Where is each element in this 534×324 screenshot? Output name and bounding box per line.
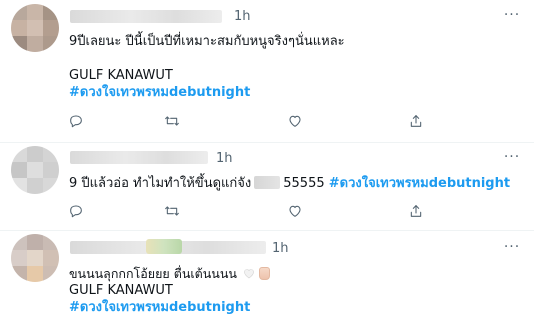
tweet-timestamp[interactable]: 1h xyxy=(272,241,289,256)
more-dots-icon[interactable]: ··· xyxy=(502,240,522,256)
share-icon[interactable] xyxy=(406,111,426,131)
redacted-word xyxy=(254,176,281,189)
tweet-text-line-1: 9ปีเลยนะ ปีนี้เป็นปีที่เหมาะสมกับหนูจริง… xyxy=(69,34,345,49)
retweet-icon[interactable] xyxy=(162,111,182,131)
hashtag-link[interactable]: #ดวงใจเทวพรหมdebutnight xyxy=(329,176,510,191)
share-icon[interactable] xyxy=(406,201,426,221)
tweet-actions xyxy=(66,111,426,131)
avatar[interactable] xyxy=(11,4,59,52)
author-name-redacted[interactable] xyxy=(70,10,222,23)
hashtag-link[interactable]: #ดวงใจเทวพรหมdebutnight xyxy=(69,84,250,102)
tweet-text-line-2: GULF KANAWUT xyxy=(69,68,173,83)
avatar[interactable] xyxy=(11,146,59,194)
tweet-timestamp[interactable]: 1h xyxy=(234,9,251,24)
name-emoji-redacted xyxy=(146,239,182,254)
tweet-text-line-2: GULF KANAWUT xyxy=(69,283,173,298)
tweet-3[interactable]: 1h ··· ขนนนลุกกกโอ้ยยย ตื่นเต้นนนน GULF … xyxy=(0,231,534,324)
tweet-timestamp[interactable]: 1h xyxy=(216,151,233,166)
reply-icon[interactable] xyxy=(66,111,86,131)
tweet-text: 9 ปีแล้วอ่อ ทำไมทำให้ขึ้นดูแก่จัง 55555 #… xyxy=(69,174,510,193)
victory-hand-emoji-icon xyxy=(258,267,270,280)
tweet-2[interactable]: 1h ··· 9 ปีแล้วอ่อ ทำไมทำให้ขึ้นดูแก่จัง… xyxy=(0,143,534,231)
tweet-text-before-redaction: 9 ปีแล้วอ่อ ทำไมทำให้ขึ้นดูแก่จัง xyxy=(69,176,252,191)
like-icon[interactable] xyxy=(285,201,305,221)
author-name-redacted[interactable] xyxy=(70,151,208,164)
hashtag-link[interactable]: #ดวงใจเทวพรหมdebutnight xyxy=(69,299,250,317)
like-icon[interactable] xyxy=(285,111,305,131)
tweet-text-after-redaction: 55555 xyxy=(283,176,325,191)
more-dots-icon[interactable]: ··· xyxy=(502,8,522,24)
white-heart-emoji-icon xyxy=(243,266,255,279)
more-dots-icon[interactable]: ··· xyxy=(502,150,522,166)
avatar[interactable] xyxy=(11,234,59,282)
tweet-text-line-1: ขนนนลุกกกโอ้ยยย ตื่นเต้นนนน xyxy=(69,265,270,283)
tweet-actions xyxy=(66,201,426,221)
reply-icon[interactable] xyxy=(66,201,86,221)
tweet-text-line-1-text: ขนนนลุกกกโอ้ยยย ตื่นเต้นนนน xyxy=(69,266,237,281)
retweet-icon[interactable] xyxy=(162,201,182,221)
tweet-1[interactable]: 1h ··· 9ปีเลยนะ ปีนี้เป็นปีที่เหมาะสมกับ… xyxy=(0,0,534,143)
